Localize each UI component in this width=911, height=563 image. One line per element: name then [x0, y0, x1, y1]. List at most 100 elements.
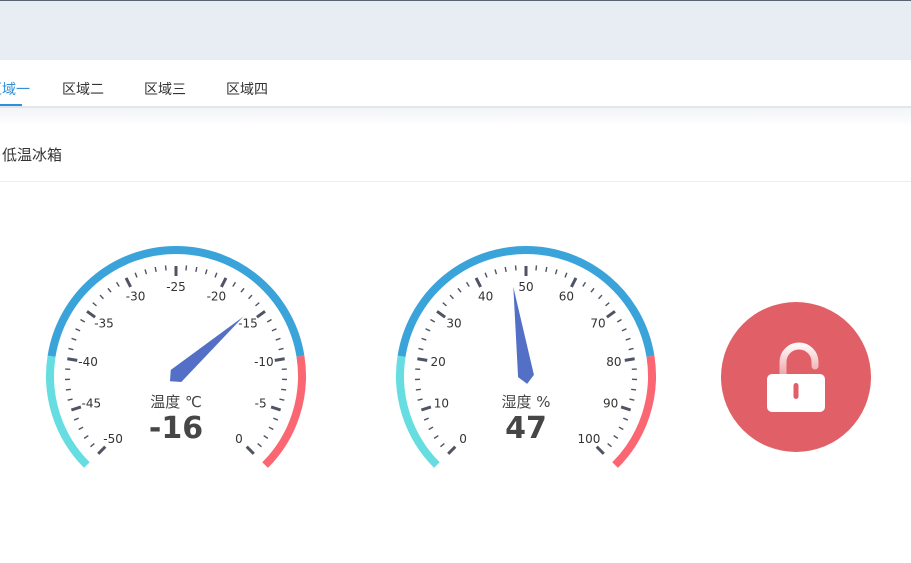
- minor-tick: [255, 302, 260, 307]
- minor-tick: [607, 443, 612, 448]
- minor-tick: [273, 417, 279, 421]
- minor-tick: [134, 272, 138, 278]
- minor-tick: [78, 426, 84, 431]
- minor-tick: [582, 281, 587, 287]
- tab-area-2[interactable]: 区域二: [62, 79, 104, 99]
- gauge-value: 47: [505, 411, 547, 446]
- tick-label: 40: [478, 290, 493, 304]
- minor-tick: [564, 272, 568, 278]
- tick-label: 30: [446, 317, 461, 331]
- major-tick: [256, 310, 266, 319]
- tick-label: 100: [577, 432, 600, 446]
- major-tick: [97, 445, 107, 455]
- major-tick: [270, 405, 282, 412]
- major-tick: [606, 310, 616, 319]
- minor-tick: [279, 398, 285, 401]
- minor-tick: [71, 337, 77, 341]
- unlock-icon: [767, 342, 825, 412]
- minor-tick: [278, 347, 284, 351]
- minor-tick: [621, 328, 627, 332]
- minor-tick: [99, 294, 104, 300]
- major-tick: [70, 405, 82, 412]
- minor-tick: [65, 388, 71, 391]
- tick-label: -25: [166, 280, 186, 294]
- minor-tick: [554, 269, 558, 275]
- minor-tick: [83, 435, 89, 439]
- minor-tick: [214, 272, 218, 278]
- minor-tick: [616, 318, 622, 323]
- minor-tick: [266, 318, 272, 323]
- tab-area-3[interactable]: 区域三: [144, 79, 186, 99]
- minor-tick: [204, 269, 208, 275]
- minor-tick: [417, 398, 423, 401]
- minor-tick: [457, 287, 462, 293]
- minor-tick: [465, 281, 470, 287]
- minor-tick: [68, 347, 74, 351]
- minor-tick: [545, 266, 548, 273]
- gauge-band: [612, 355, 656, 468]
- tick-label: 0: [235, 432, 243, 446]
- minor-tick: [425, 328, 431, 332]
- gauge-title: 温度 ℃: [150, 393, 202, 411]
- minor-tick: [154, 266, 157, 273]
- minor-tick: [115, 281, 120, 287]
- gauge-band: [396, 355, 440, 468]
- minor-tick: [240, 287, 245, 293]
- humidity-gauge: 0 10 20 30 40 50 60 70 80 90 100 湿度 % 47: [386, 236, 666, 496]
- major-tick: [474, 277, 482, 288]
- minor-tick: [494, 269, 498, 275]
- minor-tick: [613, 435, 619, 439]
- minor-tick: [232, 281, 237, 287]
- minor-tick: [271, 328, 277, 332]
- tick-label: -30: [126, 290, 146, 304]
- lock-button[interactable]: [721, 302, 871, 452]
- minor-tick: [430, 318, 436, 323]
- minor-tick: [631, 388, 637, 391]
- minor-tick: [484, 272, 488, 278]
- minor-tick: [442, 302, 447, 307]
- minor-tick: [67, 398, 73, 401]
- major-tick: [124, 277, 132, 288]
- minor-tick: [75, 328, 81, 332]
- tab-area-1[interactable]: 区域一: [0, 79, 30, 99]
- tick-label: 20: [430, 355, 445, 369]
- tick-label: 80: [606, 355, 621, 369]
- minor-tick: [618, 426, 624, 431]
- major-tick: [420, 405, 432, 412]
- minor-tick: [80, 318, 86, 323]
- minor-tick: [605, 302, 610, 307]
- gauge-band: [262, 355, 306, 468]
- minor-tick: [92, 302, 97, 307]
- tab-area-4[interactable]: 区域四: [226, 79, 268, 99]
- minor-tick: [248, 294, 253, 300]
- tick-label: -40: [78, 355, 98, 369]
- tick-label: -5: [255, 397, 267, 411]
- temperature-gauge: -50 -45 -40 -35 -30 -25 -20 -15 -10 -5 0 温度 ℃ -16: [36, 236, 316, 496]
- minor-tick: [625, 337, 631, 341]
- major-tick: [595, 445, 605, 455]
- tick-label: -20: [207, 290, 227, 304]
- minor-tick: [195, 266, 198, 273]
- major-tick: [245, 445, 255, 455]
- tick-label: 50: [518, 280, 533, 294]
- gauge-band: [397, 246, 655, 357]
- panel-title: 低温冰箱: [2, 146, 63, 164]
- minor-tick: [628, 347, 634, 351]
- tick-label: -10: [254, 355, 274, 369]
- gauge-pointer: [170, 316, 244, 382]
- minor-tick: [418, 347, 424, 351]
- gauge-band: [46, 355, 90, 468]
- minor-tick: [257, 443, 262, 448]
- minor-tick: [590, 287, 595, 293]
- major-tick: [220, 277, 228, 288]
- minor-tick: [281, 388, 287, 391]
- major-tick: [67, 357, 78, 362]
- gauge-value: -16: [149, 411, 203, 446]
- minor-tick: [598, 294, 603, 300]
- minor-tick: [623, 417, 629, 421]
- minor-tick: [144, 269, 148, 275]
- humidity-gauge-svg: 0 10 20 30 40 50 60 70 80 90 100 湿度 %47: [396, 246, 656, 468]
- major-tick: [624, 357, 635, 362]
- minor-tick: [423, 417, 429, 421]
- minor-tick: [504, 266, 507, 273]
